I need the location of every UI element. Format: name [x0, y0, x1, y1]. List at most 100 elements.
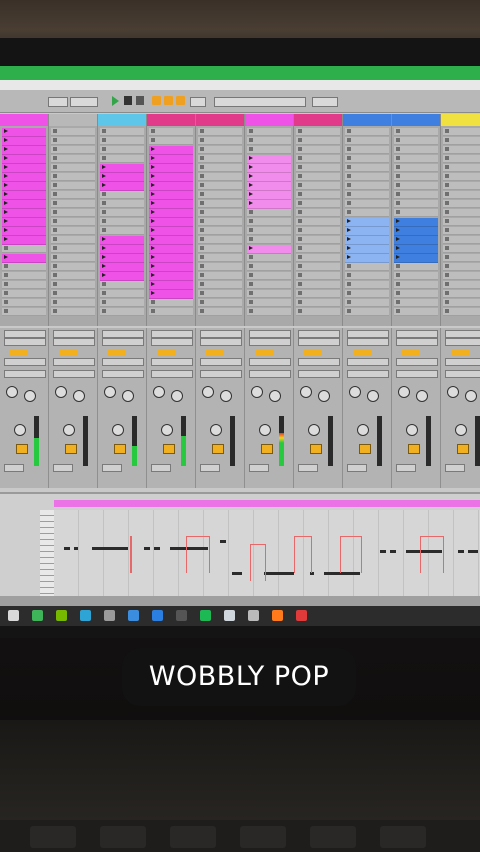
monitor-in-button[interactable] [108, 350, 126, 356]
send-knob[interactable] [318, 390, 330, 402]
clip-launch-icon[interactable] [4, 237, 8, 241]
clip-slot-filled[interactable] [149, 146, 193, 155]
clip-stop-icon[interactable] [200, 228, 204, 232]
clip-launch-icon[interactable] [151, 174, 155, 178]
clip-slot-empty[interactable] [443, 128, 480, 136]
routing-dropdown[interactable] [396, 358, 438, 366]
clip-stop-icon[interactable] [102, 282, 106, 286]
track-activator-button[interactable] [310, 444, 322, 454]
clip-stop-icon[interactable] [445, 255, 449, 259]
clip-launch-icon[interactable] [151, 228, 155, 232]
clip-slot-filled[interactable] [149, 263, 193, 272]
clip-stop-icon[interactable] [298, 282, 302, 286]
clip-launch-icon[interactable] [151, 147, 155, 151]
clip-stop-icon[interactable] [102, 147, 106, 151]
clip-slot-empty[interactable] [198, 191, 242, 199]
clip-slot-empty[interactable] [247, 209, 291, 217]
clip-stop-icon[interactable] [445, 174, 449, 178]
pan-knob[interactable] [63, 424, 75, 436]
clip-slot-empty[interactable] [100, 281, 144, 289]
monitor-in-button[interactable] [402, 350, 420, 356]
clip-launch-icon[interactable] [151, 246, 155, 250]
clip-stop-icon[interactable] [298, 246, 302, 250]
clip-slot-empty[interactable] [443, 173, 480, 181]
clip-slot-filled[interactable] [149, 164, 193, 173]
clip-slot-filled[interactable] [149, 227, 193, 236]
clip-slot-empty[interactable] [443, 290, 480, 298]
clip-slot-empty[interactable] [296, 263, 340, 271]
clip-stop-icon[interactable] [396, 129, 400, 133]
clip-slot-empty[interactable] [296, 209, 340, 217]
clip-slot-empty[interactable] [394, 155, 438, 163]
clip-stop-icon[interactable] [347, 210, 351, 214]
clip-slot-empty[interactable] [51, 272, 95, 280]
clip-slot-empty[interactable] [51, 263, 95, 271]
clip-slot-empty[interactable] [394, 146, 438, 154]
clip-launch-icon[interactable] [151, 192, 155, 196]
send-knob[interactable] [6, 386, 18, 398]
app-red-icon[interactable] [296, 610, 307, 621]
clip-launch-icon[interactable] [347, 219, 351, 223]
clip-slot-empty[interactable] [198, 164, 242, 172]
send-knob[interactable] [398, 386, 410, 398]
routing-dropdown[interactable] [4, 330, 46, 338]
clip-stop-icon[interactable] [200, 201, 204, 205]
clip-slot-empty[interactable] [51, 254, 95, 262]
send-knob[interactable] [367, 390, 379, 402]
clip-slot-filled[interactable] [2, 173, 46, 182]
clip-slot-empty[interactable] [443, 299, 480, 307]
defender-icon[interactable] [152, 610, 163, 621]
routing-dropdown[interactable] [396, 370, 438, 378]
clip-slot-filled[interactable] [100, 245, 144, 254]
automation-arm-button[interactable] [164, 96, 173, 105]
clip-stop-icon[interactable] [200, 255, 204, 259]
send-knob[interactable] [55, 386, 67, 398]
clip-slot-empty[interactable] [345, 164, 389, 172]
solo-button[interactable] [4, 464, 24, 472]
clip-slot-empty[interactable] [394, 128, 438, 136]
clip-slot-empty[interactable] [443, 281, 480, 289]
pan-knob[interactable] [161, 424, 173, 436]
monitor-in-button[interactable] [10, 350, 28, 356]
clip-slot-empty[interactable] [394, 209, 438, 217]
clip-slot-empty[interactable] [296, 137, 340, 145]
clip-stop-icon[interactable] [298, 309, 302, 313]
clip-slot-empty[interactable] [443, 164, 480, 172]
clip-slot-empty[interactable] [198, 200, 242, 208]
tempo-field[interactable] [48, 97, 68, 107]
clip-launch-icon[interactable] [249, 165, 253, 169]
routing-dropdown[interactable] [151, 338, 193, 346]
midi-note[interactable] [74, 547, 78, 550]
send-knob[interactable] [269, 390, 281, 402]
routing-dropdown[interactable] [102, 338, 144, 346]
clip-slot-empty[interactable] [296, 227, 340, 235]
clip-slot-empty[interactable] [198, 155, 242, 163]
routing-dropdown[interactable] [53, 370, 95, 378]
track-header[interactable] [147, 114, 195, 126]
clip-stop-icon[interactable] [298, 264, 302, 268]
clip-launch-icon[interactable] [4, 174, 8, 178]
clip-slot-empty[interactable] [443, 227, 480, 235]
send-knob[interactable] [153, 386, 165, 398]
clip-slot-empty[interactable] [247, 308, 291, 316]
clip-slot-empty[interactable] [198, 263, 242, 271]
clip-stop-icon[interactable] [53, 219, 57, 223]
clip-stop-icon[interactable] [347, 291, 351, 295]
clip-slot-empty[interactable] [51, 299, 95, 307]
clip-stop-icon[interactable] [53, 210, 57, 214]
clip-slot-filled[interactable] [100, 173, 144, 182]
clip-launch-icon[interactable] [347, 228, 351, 232]
clip-stop-icon[interactable] [298, 147, 302, 151]
clip-stop-icon[interactable] [200, 183, 204, 187]
edge-icon[interactable] [128, 610, 139, 621]
clip-slot-filled[interactable] [247, 182, 291, 191]
clip-slot-empty[interactable] [2, 290, 46, 298]
send-knob[interactable] [202, 386, 214, 398]
midi-note[interactable] [468, 550, 478, 553]
clip-slot-empty[interactable] [149, 137, 193, 145]
clip-slot-filled[interactable] [149, 272, 193, 281]
midi-note[interactable] [64, 547, 70, 550]
clip-slot-empty[interactable] [247, 263, 291, 271]
track-header[interactable] [0, 114, 48, 126]
clip-slot-empty[interactable] [296, 236, 340, 244]
